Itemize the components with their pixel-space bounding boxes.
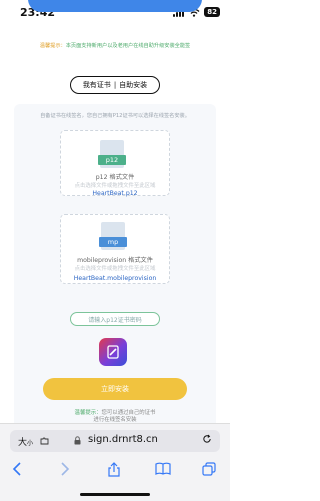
bottom-notice: 温馨提示：您可以通过自己的证书 进行在线签名安装 <box>0 410 230 424</box>
chevron-right-icon[interactable] <box>60 462 70 480</box>
text-size-button[interactable]: 大小 <box>18 435 33 448</box>
tab-have-certificate[interactable]: 我有证书 <box>83 80 111 90</box>
url-text: sign.drnrt8.cn <box>88 434 158 445</box>
puzzle-icon[interactable] <box>40 436 49 447</box>
panel-description: 自备证书在线签名，您自己拥有P12证书可以选择在线签名安装。 <box>40 113 190 119</box>
text-size-big: 大 <box>18 438 28 448</box>
browser-nav <box>0 462 230 484</box>
mobileprovision-filename: HeartBeat.mobileprovision <box>73 275 157 282</box>
p12-filename: HeartBeat.p12 <box>92 190 138 197</box>
mobileprovision-file-tag: mp <box>99 237 127 247</box>
p12-file-icon: p12 <box>98 140 126 168</box>
p12-file-tag: p12 <box>98 155 126 165</box>
mode-tabs: 我有证书 | 自助安装 <box>70 76 160 94</box>
bottom-notice-prefix: 温馨提示： <box>74 410 102 416</box>
tabs-icon[interactable] <box>202 462 216 480</box>
tab-separator: | <box>113 81 117 89</box>
battery-indicator: 82 <box>204 7 220 17</box>
chevron-left-icon[interactable] <box>12 462 22 480</box>
p12-upload-hint: 点击选择文件或拖拽文件至此区域 <box>74 183 156 189</box>
reload-icon[interactable] <box>202 434 212 447</box>
mobileprovision-file-icon: mp <box>99 222 127 250</box>
notice-body: 本页面支持新用户以及老用户在线自助升级安装全能签 <box>65 43 191 49</box>
lock-icon <box>74 436 81 447</box>
pen-icon <box>107 345 119 359</box>
share-icon[interactable] <box>108 462 120 481</box>
top-action-button[interactable] <box>28 0 202 12</box>
home-indicator <box>80 493 150 496</box>
install-now-button[interactable]: 立即安装 <box>43 378 187 400</box>
app-icon <box>99 338 127 366</box>
bottom-notice-line1: 您可以通过自己的证书 <box>101 410 156 416</box>
notice-prefix: 温馨提示： <box>39 43 66 49</box>
notice-text: 温馨提示：本页面支持新用户以及老用户在线自助升级安装全能签 <box>0 42 230 49</box>
safari-toolbar: 大小 sign.drnrt8.cn <box>0 423 230 501</box>
p12-password-placeholder: 请输入p12证书密码 <box>88 316 142 324</box>
p12-password-input[interactable]: 请输入p12证书密码 <box>70 312 160 326</box>
tab-self-install[interactable]: 自助安装 <box>119 80 147 90</box>
p12-format-label: p12 格式文件 <box>95 174 135 181</box>
text-size-small: 小 <box>27 440 34 447</box>
mobileprovision-format-label: mobileprovision 格式文件 <box>77 257 153 264</box>
mobileprovision-upload-hint: 点击选择文件或拖拽文件至此区域 <box>74 266 156 272</box>
address-bar[interactable]: 大小 sign.drnrt8.cn <box>10 430 220 452</box>
book-icon[interactable] <box>155 462 171 479</box>
